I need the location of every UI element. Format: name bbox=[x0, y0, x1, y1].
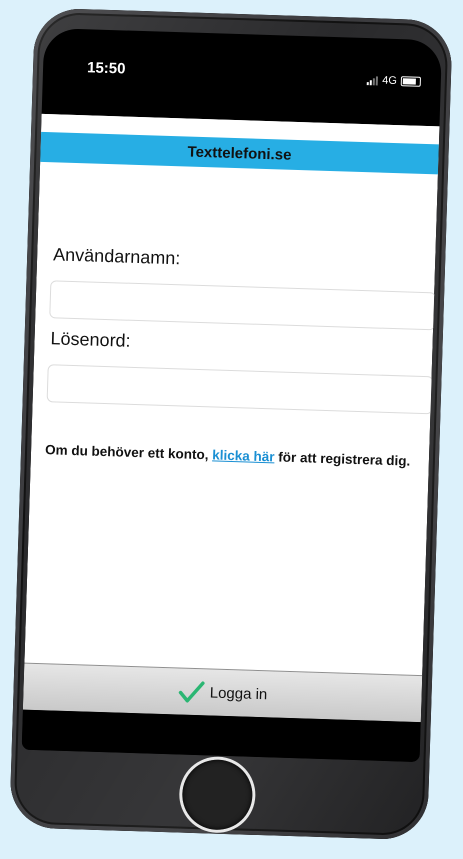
network-type: 4G bbox=[381, 74, 398, 88]
username-field[interactable] bbox=[49, 280, 437, 331]
scene-background: 15:50 4G Texttelefoni.se Användarnamn: L… bbox=[0, 0, 463, 859]
register-link[interactable]: klicka här bbox=[212, 447, 275, 464]
register-info: Om du behöver ett konto, klicka här för … bbox=[45, 440, 415, 472]
home-button[interactable] bbox=[181, 758, 254, 831]
app-title: Texttelefoni.se bbox=[187, 143, 292, 164]
battery-icon bbox=[400, 76, 421, 87]
password-label: Lösenord: bbox=[50, 328, 131, 351]
register-text-before: Om du behöver ett konto, bbox=[44, 442, 213, 463]
phone-frame: 15:50 4G Texttelefoni.se Användarnamn: L… bbox=[9, 7, 453, 841]
signal-icon bbox=[367, 75, 379, 85]
status-time: 15:50 bbox=[86, 59, 126, 78]
username-label: Användarnamn: bbox=[52, 244, 181, 269]
password-field[interactable] bbox=[46, 364, 434, 415]
register-text-after: för att registrera dig. bbox=[274, 449, 411, 469]
checkmark-icon bbox=[179, 681, 205, 703]
app-content: Texttelefoni.se Användarnamn: Lösenord: … bbox=[22, 113, 440, 723]
login-button-label: Logga in bbox=[209, 683, 268, 703]
status-indicators: 4G bbox=[367, 74, 421, 88]
status-bar: 15:50 4G bbox=[42, 28, 443, 126]
phone-screen: 15:50 4G Texttelefoni.se Användarnamn: L… bbox=[21, 27, 443, 763]
